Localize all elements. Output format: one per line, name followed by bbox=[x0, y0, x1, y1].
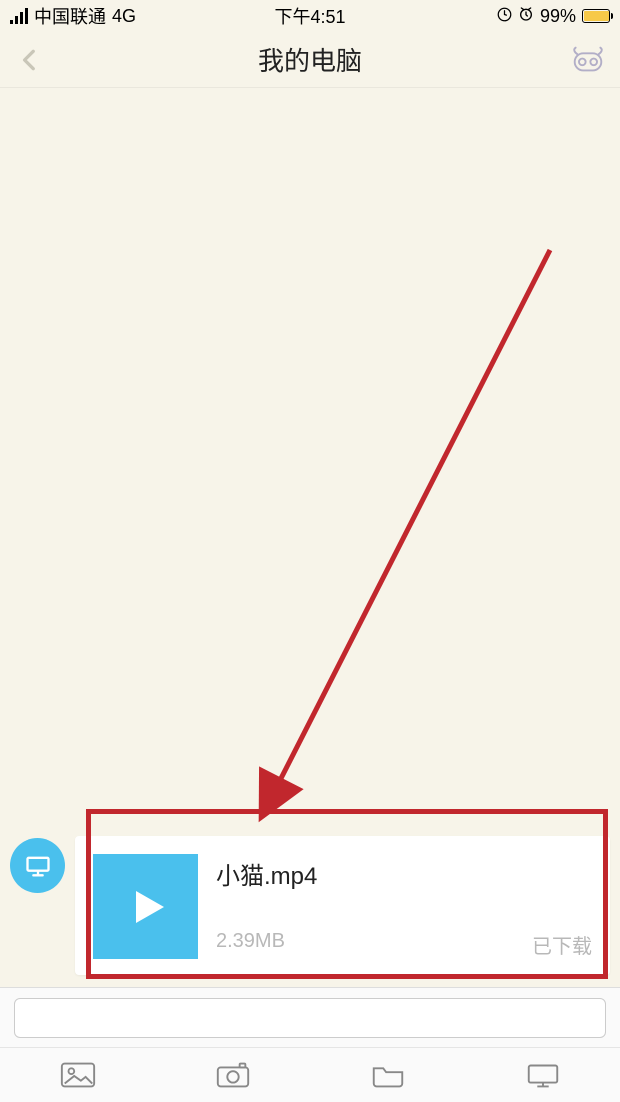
file-info: 小猫.mp4 2.39MB 已下载 bbox=[216, 854, 592, 959]
header: 我的电脑 bbox=[0, 32, 620, 88]
status-time: 下午4:51 bbox=[274, 3, 345, 29]
play-icon bbox=[122, 883, 170, 931]
bottom-toolbar bbox=[0, 1047, 620, 1102]
status-left: 中国联通 4G bbox=[10, 3, 136, 29]
monitor-icon bbox=[24, 852, 52, 880]
picture-icon bbox=[59, 1060, 97, 1090]
battery-icon bbox=[582, 9, 610, 23]
file-name: 小猫.mp4 bbox=[216, 856, 592, 891]
photo-button[interactable] bbox=[55, 1057, 101, 1093]
signal-icon bbox=[10, 8, 28, 24]
annotation-arrow bbox=[230, 240, 590, 860]
chevron-left-icon bbox=[17, 47, 43, 73]
status-bar: 中国联通 4G 下午4:51 99% bbox=[0, 0, 620, 32]
page-title: 我的电脑 bbox=[258, 41, 362, 78]
camera-button[interactable] bbox=[210, 1057, 256, 1093]
file-message-card[interactable]: 小猫.mp4 2.39MB 已下载 bbox=[75, 836, 610, 975]
camera-icon bbox=[214, 1060, 252, 1090]
monitor-small-icon bbox=[524, 1060, 562, 1090]
alarm-icon bbox=[518, 6, 534, 26]
input-bar bbox=[0, 987, 620, 1047]
status-right: 99% bbox=[497, 6, 610, 27]
back-button[interactable] bbox=[10, 40, 50, 80]
screen-button[interactable] bbox=[520, 1057, 566, 1093]
message-input[interactable] bbox=[14, 998, 606, 1038]
download-status: 已下载 bbox=[532, 930, 592, 959]
folder-button[interactable] bbox=[365, 1057, 411, 1093]
folder-icon bbox=[369, 1060, 407, 1090]
chat-content: 小猫.mp4 2.39MB 已下载 bbox=[0, 90, 620, 987]
crab-avatar-icon bbox=[569, 45, 607, 75]
message-row: 小猫.mp4 2.39MB 已下载 bbox=[10, 836, 610, 975]
contact-avatar-button[interactable] bbox=[568, 40, 608, 80]
sender-avatar[interactable] bbox=[10, 838, 65, 893]
network-label: 4G bbox=[112, 6, 136, 27]
orientation-lock-icon bbox=[497, 7, 512, 26]
carrier-label: 中国联通 bbox=[34, 3, 106, 29]
battery-percent: 99% bbox=[540, 6, 576, 27]
file-size: 2.39MB bbox=[216, 930, 285, 959]
video-thumbnail bbox=[93, 854, 198, 959]
